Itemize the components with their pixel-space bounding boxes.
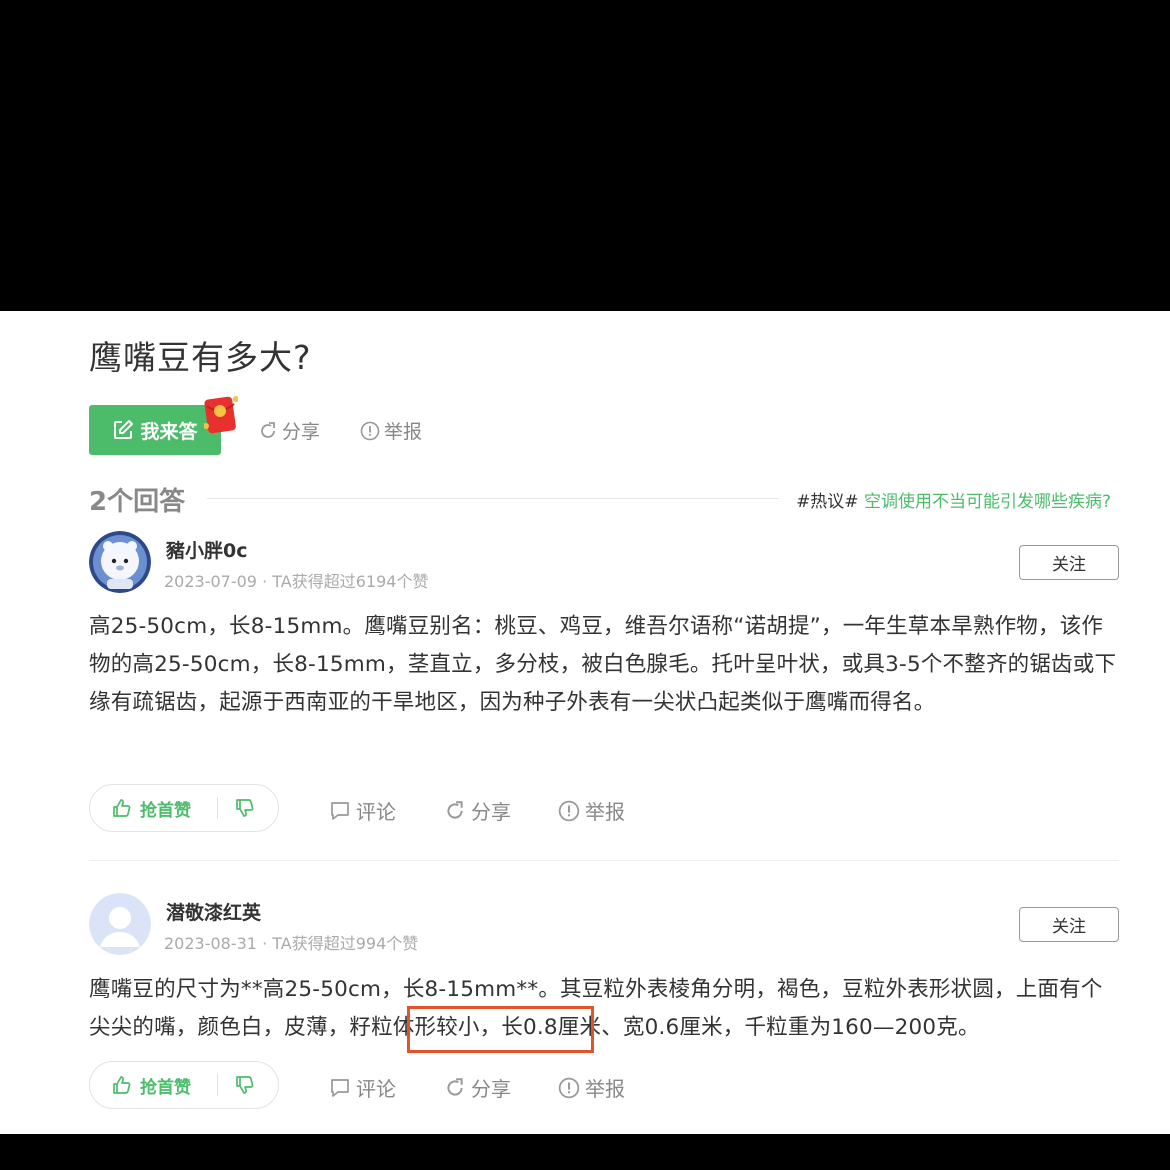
hot-topic-tag: #热议#	[796, 492, 859, 512]
answer-count: 2个回答	[89, 487, 186, 517]
answer-text: 高25-50cm，长8-15mm。鹰嘴豆别名：桃豆、鸡豆，维吾尔语称“诺胡提”，…	[89, 614, 1117, 715]
follow-button[interactable]: 关注	[1019, 545, 1119, 580]
thumbs-up-icon	[113, 1076, 131, 1094]
thumbs-up-icon	[113, 799, 131, 817]
report-label: 举报	[585, 1077, 625, 1101]
share-icon	[447, 800, 463, 819]
answer-divider	[89, 860, 1119, 861]
follow-button[interactable]: 关注	[1019, 907, 1119, 942]
comment-button[interactable]: 评论	[329, 1073, 396, 1102]
share-label: 分享	[471, 800, 511, 824]
question-share-button[interactable]: 分享	[258, 417, 320, 444]
comment-label: 评论	[356, 1077, 396, 1101]
like-label: 抢首赞	[140, 800, 191, 821]
report-icon	[558, 1077, 580, 1098]
share-icon	[261, 421, 275, 438]
question-report-button[interactable]: 举报	[360, 417, 422, 444]
comment-button[interactable]: 评论	[329, 796, 396, 825]
answer-text: 鹰嘴豆的尺寸为**高25-50cm，长8-15mm**。其豆粒外表棱角分明，褐色…	[89, 977, 1103, 1040]
username[interactable]: 豬小胖0c	[166, 536, 247, 563]
qa-page: 鹰嘴豆有多大? 我来答 分享 举报 2个回答 #热议# 空调使用不当可能引发哪些…	[0, 311, 1170, 1134]
answer-button-label: 我来答	[140, 420, 198, 443]
share-button[interactable]: 分享	[444, 1073, 511, 1102]
like-button[interactable]: 抢首赞	[90, 1073, 217, 1098]
like-button[interactable]: 抢首赞	[90, 796, 217, 821]
astronaut-avatar-icon	[89, 531, 151, 593]
dislike-button[interactable]	[218, 798, 255, 818]
user-meta: 2023-08-31 · TA获得超过994个赞	[164, 934, 419, 953]
share-icon	[447, 1077, 463, 1096]
report-label: 举报	[585, 800, 625, 824]
header-divider	[207, 498, 779, 499]
avatar[interactable]	[89, 531, 151, 593]
report-icon	[360, 421, 380, 440]
report-icon	[558, 800, 580, 821]
like-label: 抢首赞	[140, 1077, 191, 1098]
thumbs-down-icon	[236, 799, 254, 817]
default-avatar-icon	[89, 893, 151, 955]
thumbs-down-icon	[236, 1076, 254, 1094]
answers-header: 2个回答 #热议# 空调使用不当可能引发哪些疾病?	[89, 479, 1119, 519]
question-title: 鹰嘴豆有多大?	[89, 338, 312, 377]
share-label: 分享	[471, 1077, 511, 1101]
report-button[interactable]: 举报	[558, 1073, 625, 1102]
report-button[interactable]: 举报	[558, 796, 625, 825]
avatar[interactable]	[89, 893, 151, 955]
report-label: 举报	[384, 421, 423, 443]
comment-icon	[331, 801, 349, 820]
dislike-button[interactable]	[218, 1075, 255, 1095]
answer-button[interactable]: 我来答	[89, 405, 221, 455]
hot-topic-link[interactable]: 空调使用不当可能引发哪些疾病?	[864, 492, 1111, 512]
comment-label: 评论	[356, 800, 396, 824]
username[interactable]: 潜敬漆红英	[166, 898, 261, 925]
vote-control: 抢首赞	[89, 784, 279, 832]
red-packet-icon	[204, 396, 238, 434]
edit-icon	[114, 420, 134, 439]
share-button[interactable]: 分享	[444, 796, 511, 825]
highlight-box	[407, 1006, 594, 1053]
user-meta: 2023-07-09 · TA获得超过6194个赞	[164, 572, 429, 591]
comment-icon	[331, 1078, 349, 1097]
share-label: 分享	[282, 421, 321, 443]
hot-topic: #热议# 空调使用不当可能引发哪些疾病?	[796, 487, 1111, 512]
vote-control: 抢首赞	[89, 1061, 279, 1109]
